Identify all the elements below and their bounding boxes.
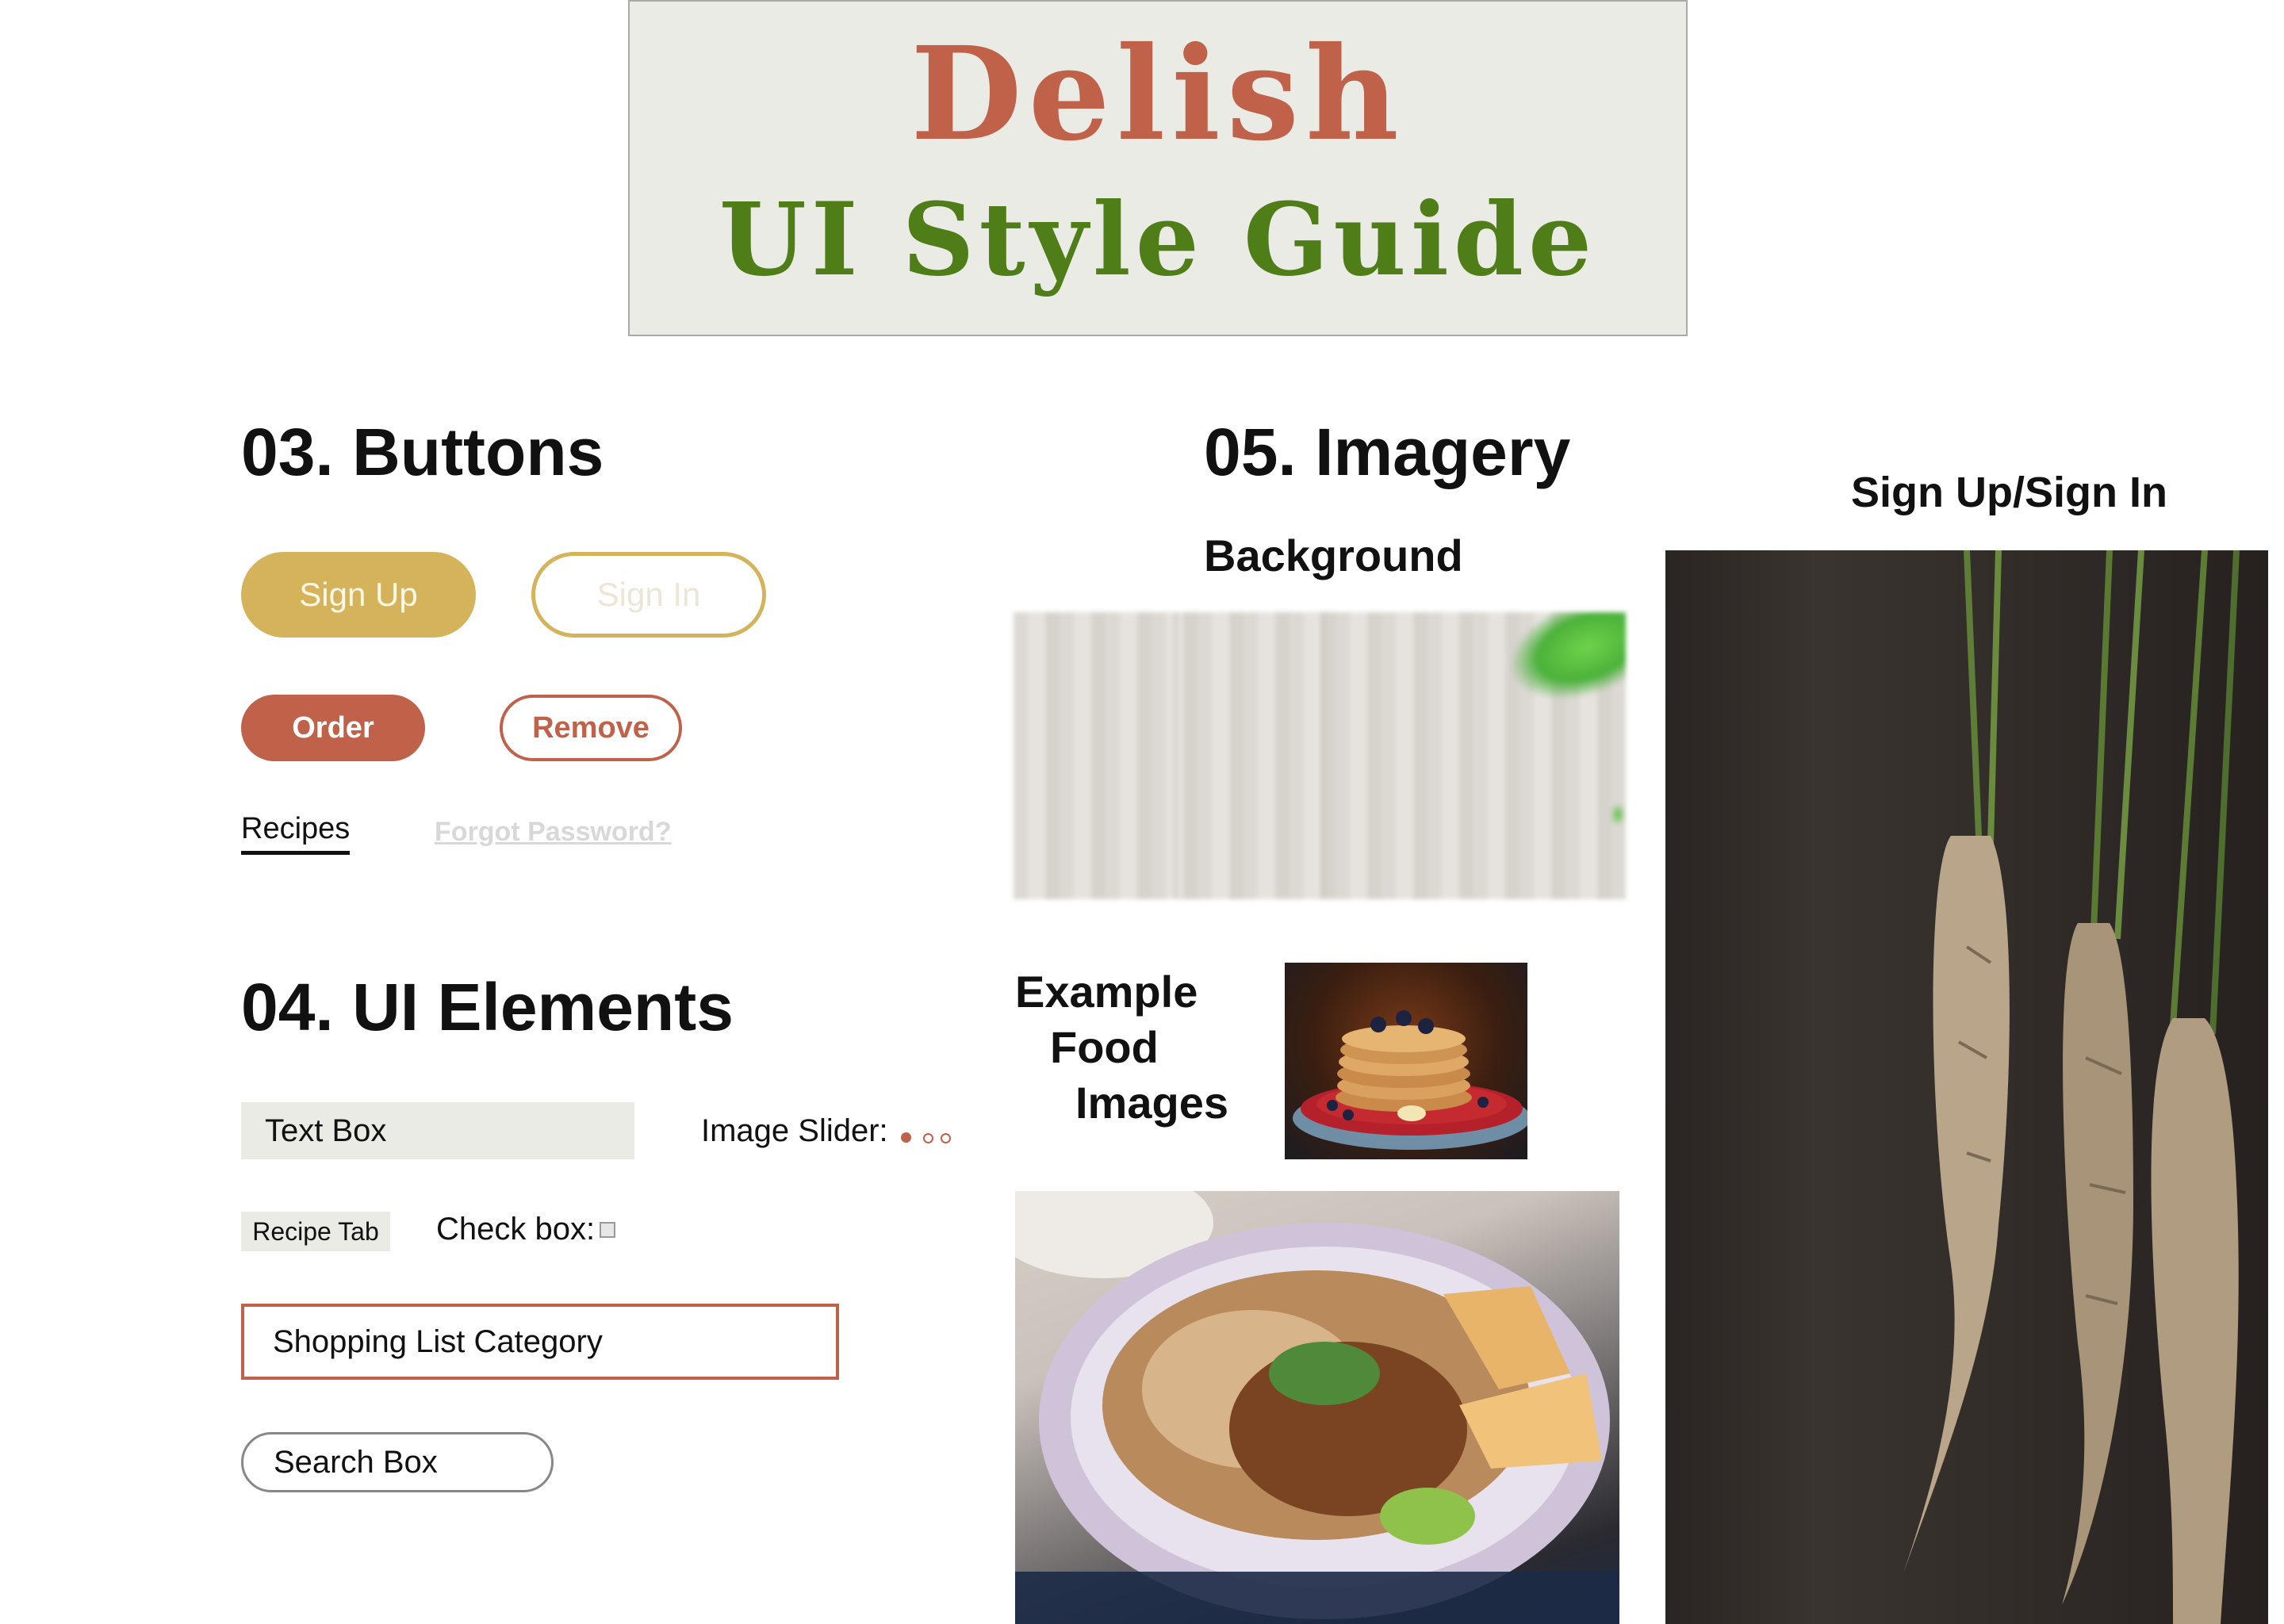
imagery-section-title: 05. Imagery [1204,415,1571,489]
example-food-images-label: Example Food Images [1015,967,1228,1128]
forgot-password-link[interactable]: Forgot Password? [435,817,671,848]
search-box[interactable]: Search Box [241,1432,554,1492]
sign-in-button[interactable]: Sign In [531,552,766,638]
slider-dot-icon[interactable] [941,1133,951,1143]
recipes-link[interactable]: Recipes [241,812,351,855]
sign-up-sign-in-label: Sign Up/Sign In [1851,469,2167,516]
parsnip-signin-background-image [1665,550,2268,1624]
slider-dot-active-icon[interactable] [901,1132,911,1143]
page-title: UI Style Guide [719,181,1597,298]
order-button[interactable]: Order [241,695,425,761]
buttons-section-title: 03. Buttons [241,415,604,489]
title-banner: Delish UI Style Guide [628,0,1688,336]
shopping-list-category-label: Shopping List Category [273,1323,603,1359]
text-box-label: Text Box [265,1113,387,1148]
background-label: Background [1204,530,1463,580]
brand-logo-text: Delish [910,19,1405,170]
shopping-list-category-field[interactable]: Shopping List Category [241,1304,839,1380]
recipe-tab[interactable]: Recipe Tab [241,1212,390,1251]
text-box[interactable]: Text Box [241,1102,634,1159]
slider-dot-icon[interactable] [923,1133,933,1143]
search-box-label: Search Box [274,1444,438,1480]
ui-elements-section-title: 04. UI Elements [241,970,734,1044]
bowl-food-image [1015,1191,1619,1624]
remove-button[interactable]: Remove [500,695,682,761]
checkbox-icon[interactable] [600,1222,615,1238]
background-wood-image [1014,612,1626,899]
sign-up-button[interactable]: Sign Up [241,552,476,638]
image-slider-label: Image Slider: [701,1113,888,1148]
pancake-food-image [1285,963,1527,1159]
check-box-label: Check box: [436,1212,596,1247]
